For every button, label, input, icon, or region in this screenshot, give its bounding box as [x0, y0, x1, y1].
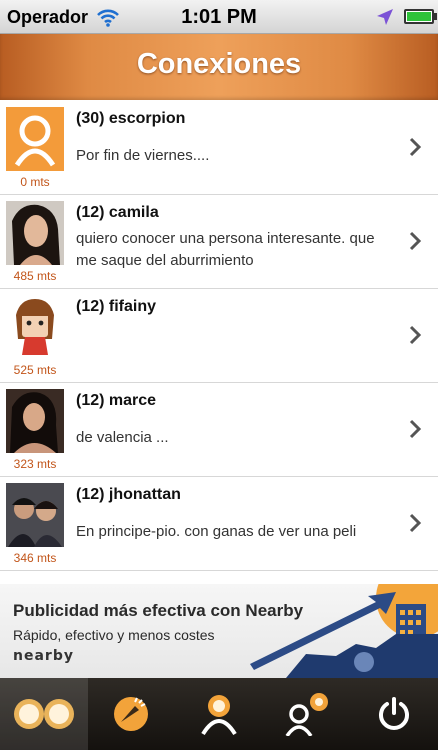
- status-bar: Operador 1:01 PM: [0, 0, 438, 34]
- nearby-logo: nearby: [13, 648, 74, 664]
- user-name: (12) jhonattan: [76, 486, 181, 503]
- list-item[interactable]: 323 mts (12) marce de valencia ...: [0, 383, 438, 477]
- list-item[interactable]: 485 mts (12) camila quiero conocer una p…: [0, 195, 438, 289]
- status-message: [76, 319, 398, 369]
- chevron-right-icon: [409, 325, 422, 345]
- tab-broadcast[interactable]: [88, 678, 176, 750]
- user-name: (12) fifainy: [76, 298, 157, 315]
- city-skyline-illustration: [250, 584, 438, 678]
- broadcast-icon: [114, 697, 149, 731]
- tab-people-nearby[interactable]: [263, 678, 351, 750]
- chevron-right-icon: [409, 231, 422, 251]
- status-message: Por fin de viernes....: [76, 147, 210, 164]
- user-name: (30) escorpion: [76, 110, 186, 127]
- connections-list[interactable]: 0 mts (30) escorpion Por fin de viernes.…: [0, 101, 438, 571]
- clock: 1:01 PM: [181, 6, 257, 28]
- avatar: [6, 107, 64, 171]
- tab-logout[interactable]: [350, 678, 438, 750]
- status-message: de valencia ...: [76, 429, 169, 446]
- distance-label: 0 mts: [20, 175, 50, 189]
- user-photo: [6, 201, 64, 265]
- user-name: (12) marce: [76, 392, 157, 409]
- list-item[interactable]: 0 mts (30) escorpion Por fin de viernes.…: [0, 101, 438, 195]
- distance-label: 485 mts: [13, 269, 57, 283]
- nav-header: Conexiones: [0, 34, 438, 100]
- distance-label: 323 mts: [13, 457, 57, 471]
- avatar: [6, 389, 64, 453]
- chevron-right-icon: [409, 419, 422, 439]
- connections-icon: [13, 699, 74, 729]
- location-arrow-icon: [377, 9, 393, 25]
- chevron-right-icon: [409, 137, 422, 157]
- distance-label: 346 mts: [13, 551, 57, 565]
- list-item[interactable]: 346 mts (12) jhonattan En principe-pio. …: [0, 477, 438, 571]
- profile-icon: [201, 695, 237, 736]
- default-avatar-icon: [6, 107, 64, 171]
- user-photo: [6, 483, 64, 547]
- user-photo: [6, 389, 64, 453]
- battery-icon: [404, 9, 434, 24]
- page-title: Conexiones: [136, 48, 302, 80]
- tab-bar: [0, 678, 438, 750]
- user-name: (12) camila: [76, 204, 159, 221]
- ad-banner[interactable]: Publicidad más efectiva con Nearby Rápid…: [0, 584, 438, 678]
- chevron-right-icon: [409, 513, 422, 533]
- avatar: [6, 295, 64, 359]
- avatar: [6, 201, 64, 265]
- status-message: quiero conocer una persona interesante. …: [76, 230, 375, 269]
- list-item[interactable]: 525 mts (12) fifainy: [0, 289, 438, 383]
- status-message: En principe-pio. con ganas de ver una pe…: [76, 523, 357, 540]
- people-nearby-icon: [285, 693, 328, 736]
- avatar: [6, 483, 64, 547]
- tab-connections[interactable]: [0, 678, 88, 750]
- ad-subtitle: Rápido, efectivo y menos costes: [13, 627, 215, 643]
- distance-label: 525 mts: [13, 363, 57, 377]
- power-icon: [379, 697, 410, 730]
- cartoon-avatar: [6, 295, 64, 359]
- tab-profile[interactable]: [175, 678, 263, 750]
